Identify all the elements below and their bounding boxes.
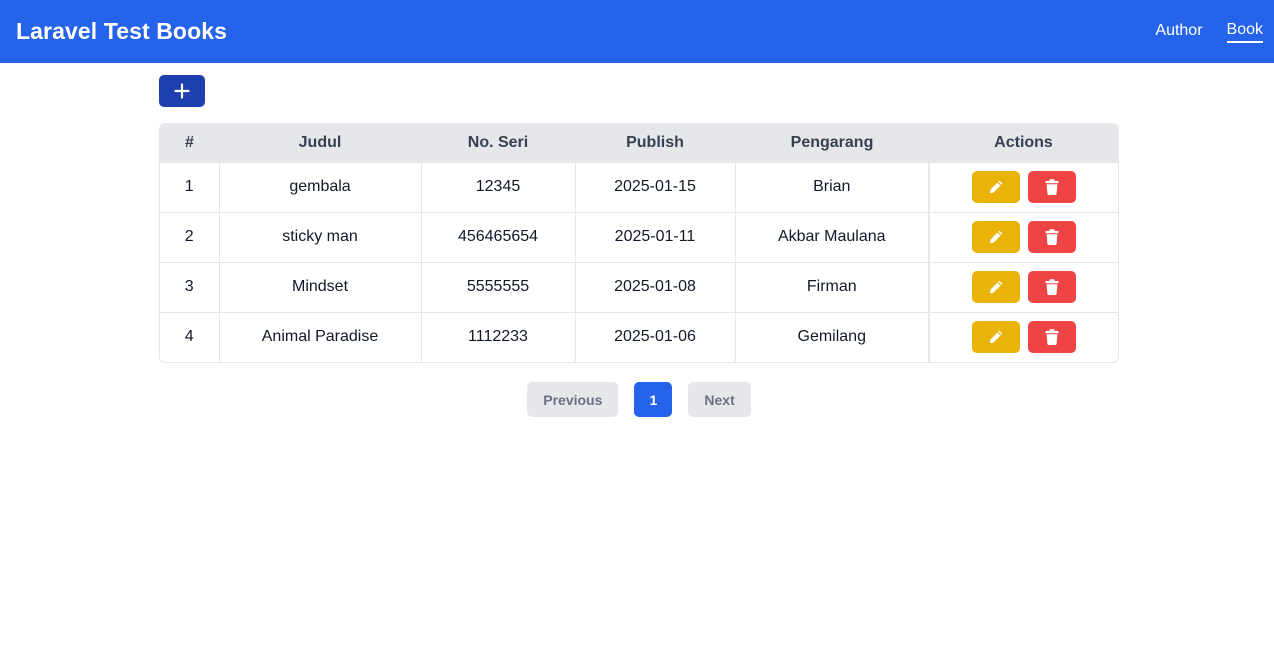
header-pengarang: Pengarang [790, 133, 874, 151]
table-row: 1 gembala 12345 2025-01-15 Brian [160, 161, 1118, 212]
edit-button[interactable] [972, 271, 1020, 303]
nav-link-book[interactable]: Book [1226, 21, 1263, 43]
header-actions: Actions [994, 133, 1053, 151]
delete-button[interactable] [1028, 221, 1076, 253]
pencil-icon [989, 230, 1003, 244]
table-header-row: # Judul No. Seri Publish Pengarang Actio… [160, 124, 1118, 162]
add-book-button[interactable] [159, 75, 205, 107]
books-table: # Judul No. Seri Publish Pengarang Actio… [160, 124, 1118, 362]
cell-actions [928, 261, 1118, 312]
table-row: 3 Mindset 5555555 2025-01-08 Firman [160, 261, 1118, 312]
trash-icon [1045, 179, 1059, 195]
cell-no-seri: 12345 [421, 161, 576, 212]
cell-actions [928, 161, 1118, 212]
pencil-icon [989, 280, 1003, 294]
cell-number: 2 [160, 211, 220, 262]
nav-link-author[interactable]: Author [1155, 22, 1202, 42]
edit-button[interactable] [972, 221, 1020, 253]
trash-icon [1045, 229, 1059, 245]
header-no-seri: No. Seri [467, 133, 529, 151]
header-publish: Publish [626, 133, 684, 151]
pagination-previous-button[interactable]: Previous [527, 382, 619, 417]
cell-pengarang: Gemilang [735, 311, 930, 362]
pagination-next-button[interactable]: Next [688, 382, 751, 417]
delete-button[interactable] [1028, 271, 1076, 303]
cell-no-seri: 1112233 [421, 311, 576, 362]
cell-number: 4 [160, 311, 220, 362]
brand-title: Laravel Test Books [16, 18, 228, 44]
pagination-page-button[interactable]: 1 [634, 382, 673, 417]
plus-icon [174, 83, 190, 99]
top-navbar: Laravel Test Books Author Book [0, 0, 1274, 63]
delete-button[interactable] [1028, 321, 1076, 354]
table-row: 2 sticky man 456465654 2025-01-11 Akbar … [160, 211, 1118, 262]
cell-publish: 2025-01-06 [575, 311, 736, 362]
cell-publish: 2025-01-11 [575, 211, 736, 262]
cell-pengarang: Brian [735, 161, 930, 212]
cell-publish: 2025-01-08 [575, 261, 736, 312]
cell-actions [928, 311, 1118, 362]
pagination: Previous 1 Next [159, 382, 1119, 417]
trash-icon [1045, 279, 1059, 295]
cell-pengarang: Firman [735, 261, 930, 312]
books-table-container: # Judul No. Seri Publish Pengarang Actio… [159, 123, 1119, 363]
header-number: # [185, 133, 194, 151]
cell-judul: sticky man [219, 211, 422, 262]
cell-number: 3 [160, 261, 220, 312]
edit-button[interactable] [972, 321, 1020, 354]
table-row: 4 Animal Paradise 1112233 2025-01-06 Gem… [160, 311, 1118, 362]
cell-no-seri: 5555555 [421, 261, 576, 312]
cell-number: 1 [160, 161, 220, 212]
header-judul: Judul [298, 133, 342, 151]
cell-publish: 2025-01-15 [575, 161, 736, 212]
nav-links: Author Book [1155, 21, 1263, 43]
cell-pengarang: Akbar Maulana [735, 211, 930, 262]
cell-no-seri: 456465654 [421, 211, 576, 262]
delete-button[interactable] [1028, 171, 1076, 203]
cell-actions [928, 211, 1118, 262]
cell-judul: Animal Paradise [219, 311, 422, 362]
trash-icon [1045, 329, 1059, 346]
pencil-icon [989, 330, 1003, 344]
pencil-icon [989, 180, 1003, 194]
main-content: # Judul No. Seri Publish Pengarang Actio… [159, 75, 1119, 417]
edit-button[interactable] [972, 171, 1020, 203]
cell-judul: Mindset [219, 261, 422, 312]
cell-judul: gembala [219, 161, 422, 212]
